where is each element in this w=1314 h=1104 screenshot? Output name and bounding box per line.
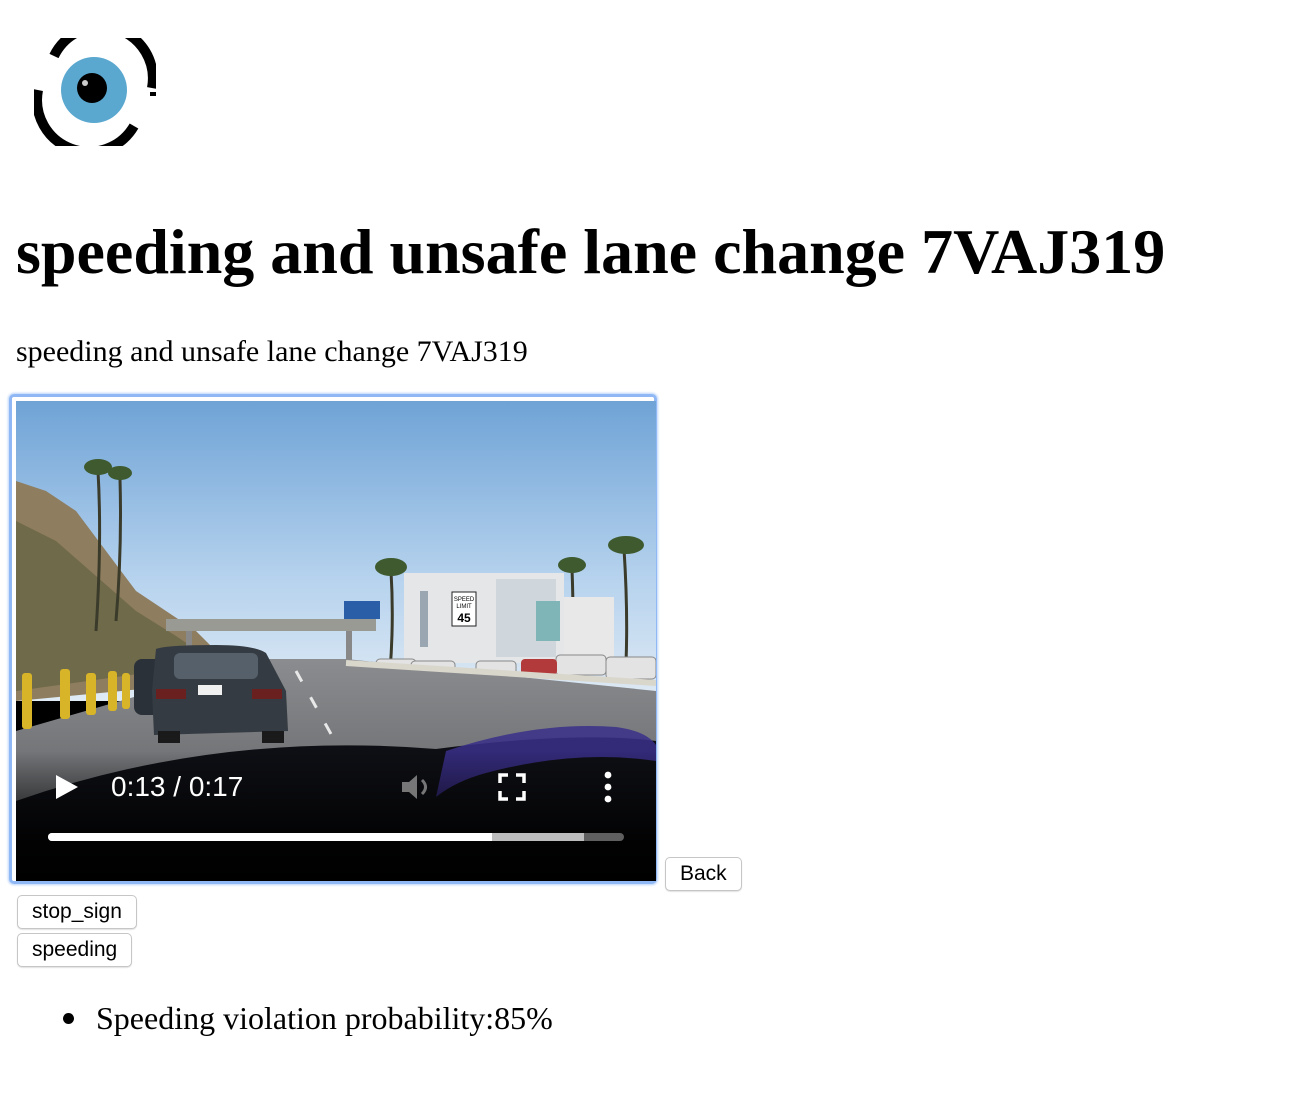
svg-text:LIMIT: LIMIT [456, 604, 472, 610]
back-button[interactable]: Back [665, 857, 742, 891]
fullscreen-icon[interactable] [498, 773, 526, 801]
svg-text:45: 45 [457, 611, 471, 625]
video-player[interactable]: SPEED LIMIT 45 0:13 / 0:17 [16, 401, 656, 881]
play-icon[interactable] [54, 773, 80, 801]
stop-sign-button[interactable]: stop_sign [17, 895, 137, 929]
violation-list: Speeding violation probability:85% [0, 996, 553, 1040]
volume-muted-icon[interactable] [400, 771, 434, 803]
seek-bar[interactable] [48, 833, 624, 841]
more-options-icon[interactable] [600, 771, 616, 803]
violation-probability-text: Speeding violation probability:85% [96, 1000, 553, 1036]
speeding-button[interactable]: speeding [17, 933, 133, 967]
video-controls: 0:13 / 0:17 [16, 751, 656, 881]
seek-bar-played [48, 833, 492, 841]
eye-logo-icon [34, 38, 156, 146]
list-item: Speeding violation probability:85% [0, 996, 553, 1040]
page: speeding and unsafe lane change 7VAJ319 … [0, 0, 1314, 1104]
page-description: speeding and unsafe lane change 7VAJ319 [16, 335, 528, 368]
bullet-icon [63, 1013, 74, 1024]
page-title: speeding and unsafe lane change 7VAJ319 [16, 216, 1166, 287]
time-display: 0:13 / 0:17 [111, 771, 244, 802]
svg-text:SPEED: SPEED [454, 597, 475, 603]
speed-limit-sign: SPEED LIMIT 45 [451, 591, 477, 627]
